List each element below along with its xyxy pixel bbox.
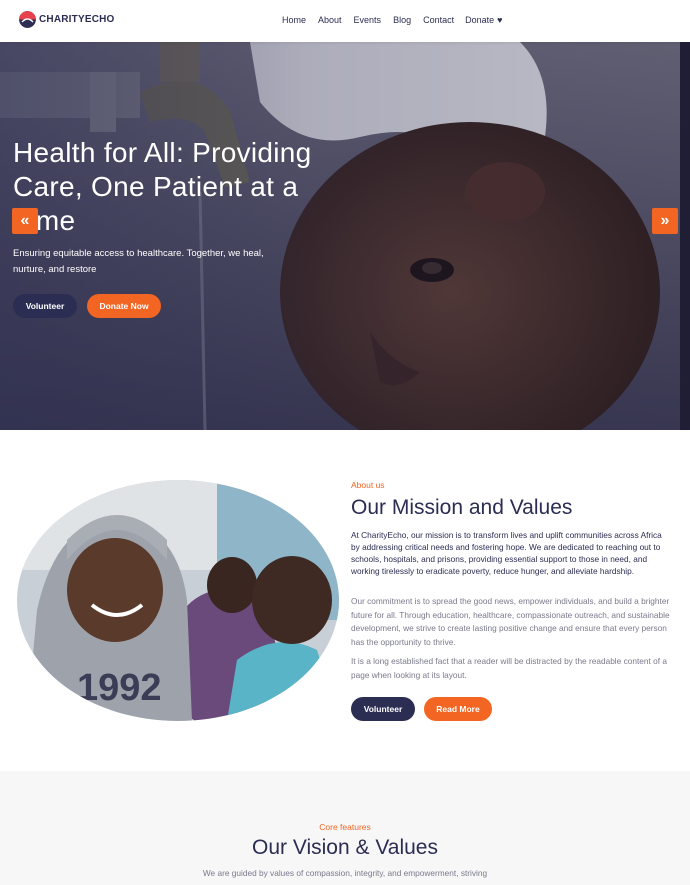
hero-donate-button[interactable]: Donate Now [87, 294, 161, 318]
about-eyebrow: About us [351, 480, 385, 490]
svg-text:1992: 1992 [77, 667, 162, 709]
hero-volunteer-button[interactable]: Volunteer [13, 294, 77, 318]
read-more-button[interactable]: Read More [424, 697, 492, 721]
features-eyebrow: Core features [319, 822, 371, 832]
about-paragraph: It is a long established fact that a rea… [351, 656, 667, 680]
logo[interactable]: CHARITYECHO [19, 11, 115, 28]
features-title: Our Vision & Values [252, 836, 438, 859]
nav-contact[interactable]: Contact [423, 15, 454, 25]
brand-name: CHARITYECHO [39, 14, 115, 25]
about-lead-paragraph: At CharityEcho, our mission is to transf… [351, 530, 662, 576]
chevron-left-icon: « [20, 212, 30, 229]
carousel-next-button[interactable]: » [652, 208, 678, 234]
nav-events[interactable]: Events [354, 15, 382, 25]
carousel-prev-button[interactable]: « [12, 208, 38, 234]
about-paragraph: Our commitment is to spread the good new… [351, 596, 670, 647]
nav-home[interactable]: Home [282, 15, 306, 25]
nav-about[interactable]: About [318, 15, 342, 25]
nav-donate-label: Donate [465, 15, 495, 25]
nav-blog[interactable]: Blog [393, 15, 411, 25]
about-title: Our Mission and Values [351, 496, 573, 519]
hero-banner: Health for All: Providing Care, One Pati… [0, 42, 690, 430]
heart-icon: ♥ [497, 15, 503, 25]
hero-subtitle: Ensuring equitable access to healthcare.… [13, 248, 264, 275]
logo-icon [19, 11, 36, 28]
about-photo: 1992 [17, 480, 339, 721]
about-volunteer-button[interactable]: Volunteer [351, 697, 415, 721]
nav-donate[interactable]: Donate ♥ [465, 15, 502, 25]
features-description: We are guided by values of compassion, i… [202, 868, 488, 878]
navbar: CHARITYECHO Home About Events Blog Conta… [0, 0, 690, 42]
hero-title: Health for All: Providing Care, One Pati… [13, 137, 312, 236]
nav-links: Home About Events Blog Contact Donate ♥ [282, 15, 502, 25]
chevron-right-icon: » [660, 212, 670, 229]
